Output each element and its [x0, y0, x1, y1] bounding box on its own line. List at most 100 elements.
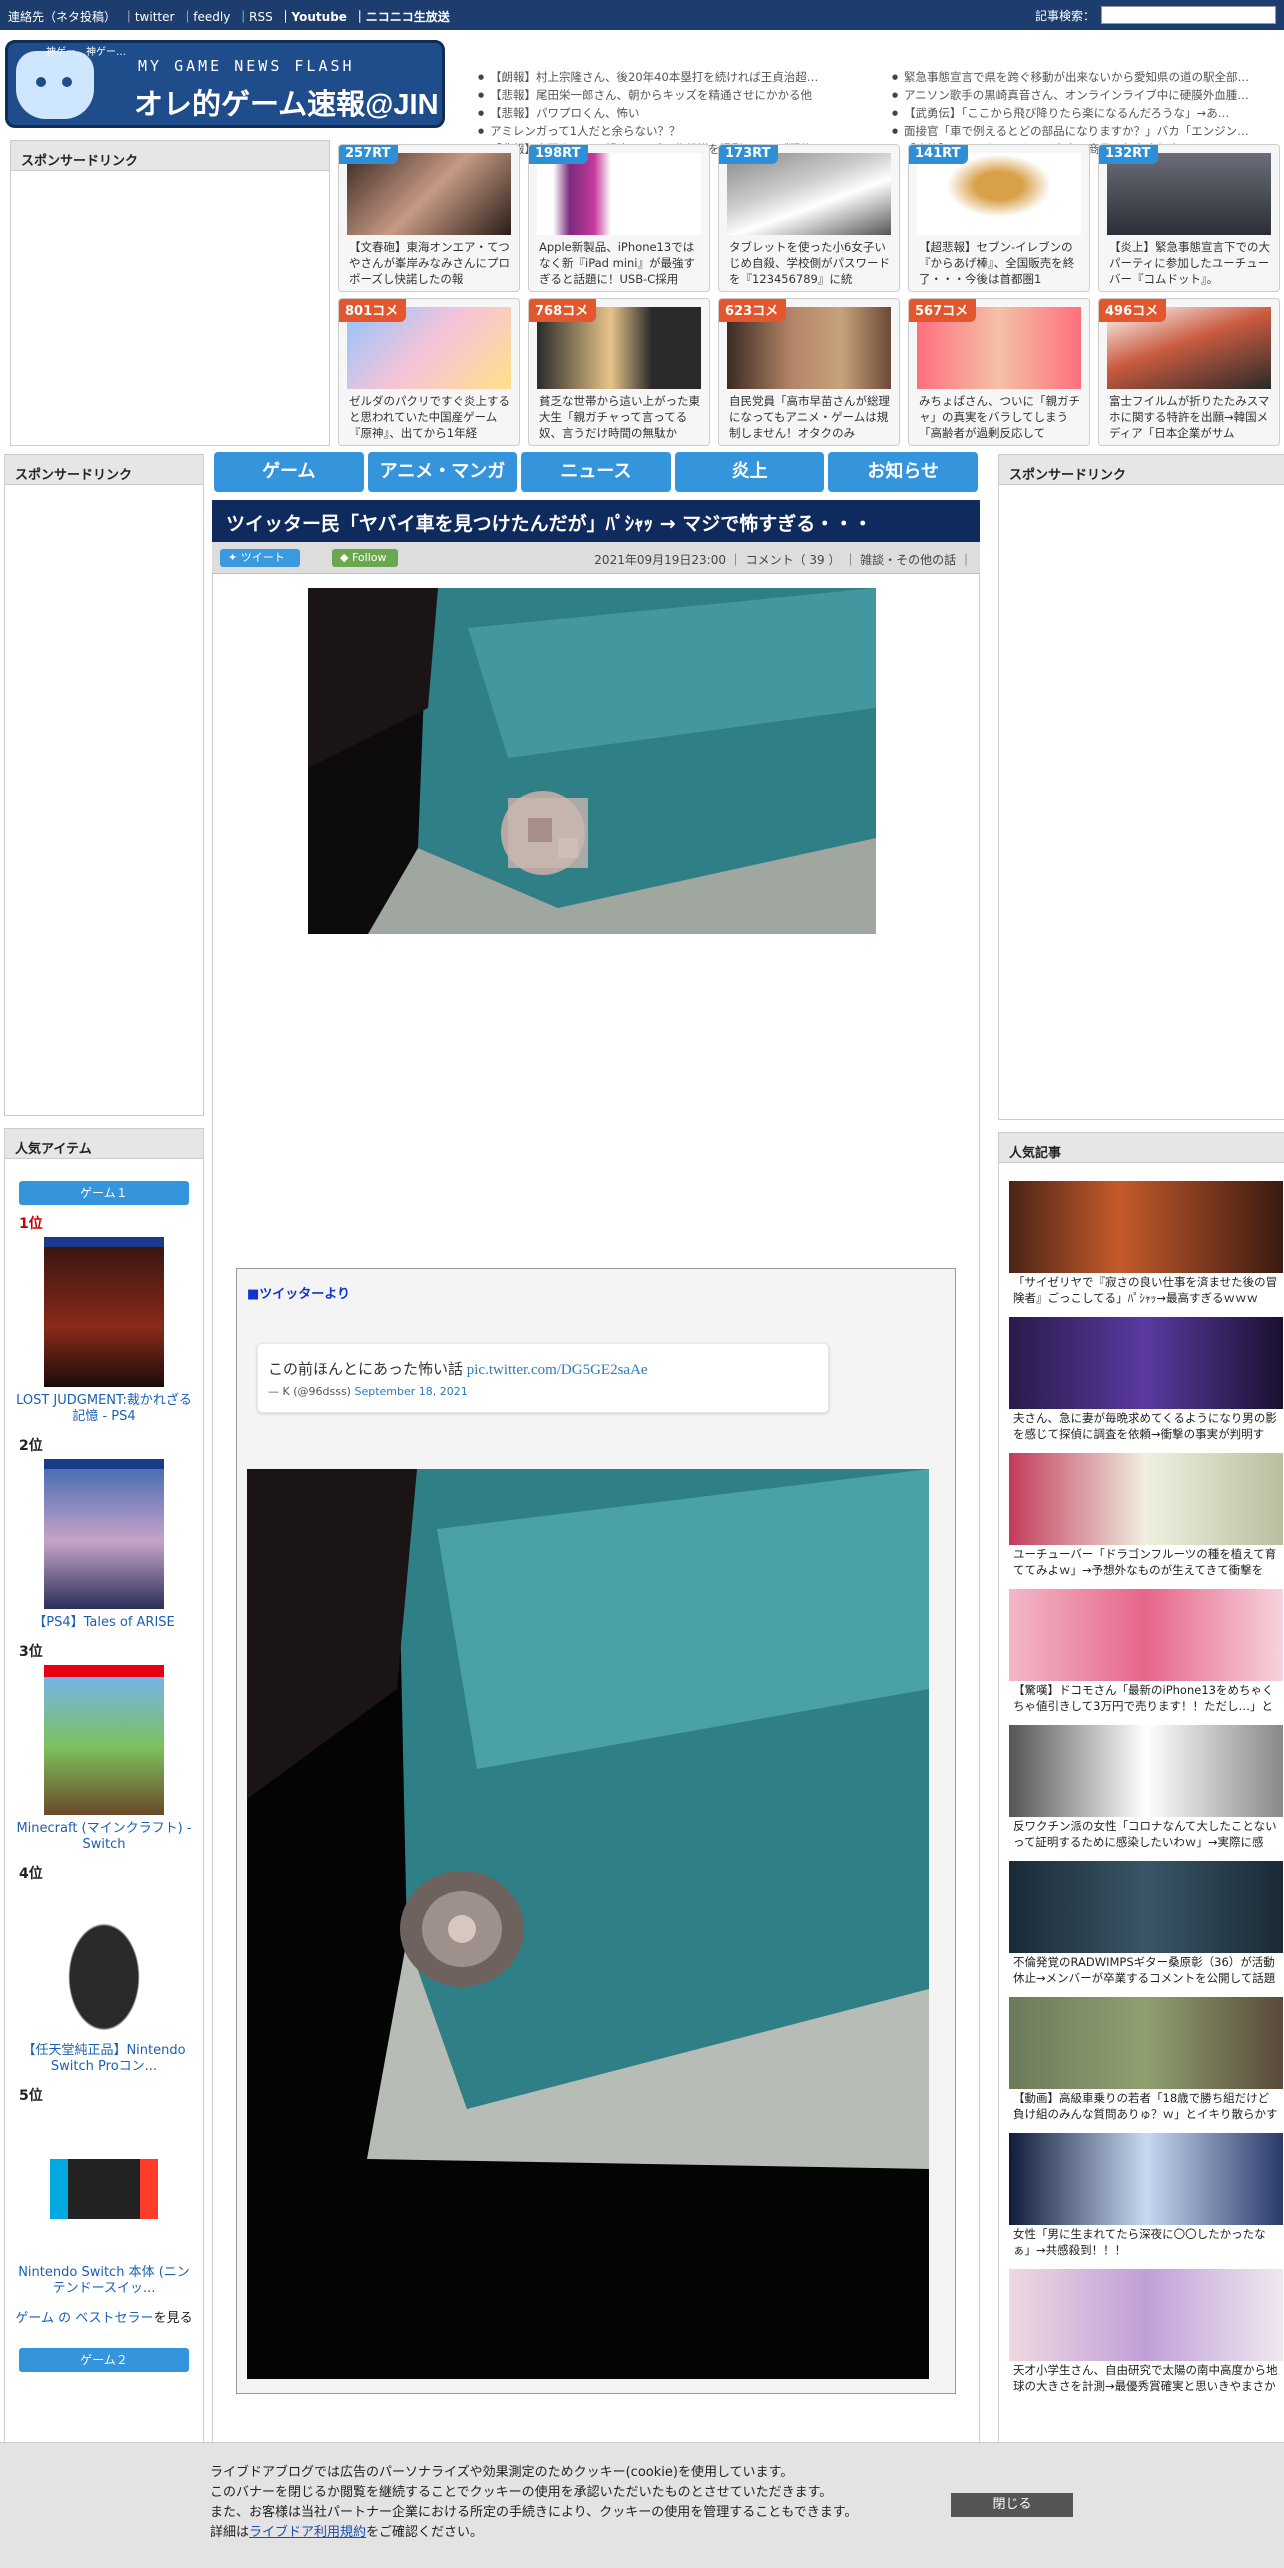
- card-text: 自民党員「高市早苗さんが総理になってもアニメ・ゲームは規制しません！オタクのみ: [729, 394, 890, 440]
- product-name[interactable]: Minecraft (マインクラフト) - Switch: [5, 1815, 203, 1859]
- site-header: 神ゲー…神ゲー… MY GAME NEWS FLASH オレ的ゲーム速報@JIN…: [0, 30, 1284, 158]
- cookie-text: ライブドアブログでは広告のパーソナライズや効果測定のためクッキー(cookie)…: [210, 2463, 857, 2543]
- card-text: ゼルダのパクリですぐ炎上すると思われていた中国産ゲーム『原神』、出てから1年経: [349, 394, 510, 440]
- tweet-body: この前ほんとにあった怖い話 pic.twitter.com/DG5GE2saAe: [268, 1358, 818, 1379]
- ranking-card[interactable]: 141RT 【超悲報】セブン-イレブンの『からあげ棒』、全国販売を終了・・・今後…: [908, 144, 1090, 292]
- nav-tab-anime[interactable]: アニメ・マンガ: [367, 452, 518, 492]
- ranking-card[interactable]: 173RT タブレットを使った小6女子いじめ自殺、学校側がパスワードを『1234…: [718, 144, 900, 292]
- popular-article-item[interactable]: 「サイゼリヤで『寂さの良い仕事を済ませた後の冒険者』ごっこしてる」ﾊﾟｼｬｯ→最…: [1009, 1181, 1283, 1307]
- popular-article-item[interactable]: 【動画】高級車乗りの若者「18歳で勝ち組だけど負け組のみんな質問ありゅ？ｗ」とイ…: [1009, 1997, 1283, 2123]
- tweet-button[interactable]: ✦ ツイート: [220, 549, 300, 567]
- headline-item[interactable]: アニソン歌手の黒崎真音さん、オンラインライブ中に硬膜外血腫…: [892, 86, 1272, 104]
- niconico-link[interactable]: ｜ニコニコ生放送: [354, 10, 450, 24]
- nav-tab-news[interactable]: ニュース: [521, 452, 671, 492]
- twitter-link[interactable]: ｜twitter: [123, 10, 175, 24]
- product-name[interactable]: LOST JUDGMENT:裁かれざる記憶 - PS4: [5, 1387, 203, 1431]
- search-input[interactable]: [1101, 6, 1276, 24]
- popular-article-item[interactable]: 女性「男に生まれてたら深夜に〇〇したかったなぁ」→共感殺到！！！: [1009, 2133, 1283, 2259]
- rss-link[interactable]: ｜RSS: [237, 10, 273, 24]
- popular-article-item[interactable]: 反ワクチン派の女性「コロナなんて大したことないって証明するために感染したいわｗ」…: [1009, 1725, 1283, 1851]
- ranking-card[interactable]: 496コメ 富士フイルムが折りたたみスマホに関する特許を出願→韓国メディア「日本…: [1098, 298, 1280, 446]
- ranking-card[interactable]: 567コメ みちょぱさん、ついに「親ガチャ」の真実をバラしてしまう「高齢者が過剰…: [908, 298, 1090, 446]
- ranking-card[interactable]: 257RT 【文春砲】東海オンエア・てつやさんが峯岸みなみさんにプロポーズし快諾…: [338, 144, 520, 292]
- article-caption: 天才小学生さん、自由研究で太陽の南中高度から地球の大きさを計測→最優秀賞確実と思…: [1009, 2361, 1283, 2395]
- popular-article-item[interactable]: 不倫発覚のRADWIMPSギター桑原彰（36）が活動休止→メンバーが卒業するコメ…: [1009, 1861, 1283, 1987]
- source-label: ■ツイッターより: [247, 1287, 351, 1302]
- comment-count[interactable]: コメント（ 39 ）: [746, 553, 841, 567]
- popular-article-item[interactable]: 【驚嘆】ドコモさん「最新のiPhone13をめちゃくちゃ値引きして3万円で売りま…: [1009, 1589, 1283, 1715]
- tweet-date[interactable]: September 18, 2021: [354, 1385, 467, 1398]
- product-name[interactable]: Nintendo Switch 本体 (ニンテンドースイッ...: [5, 2259, 203, 2303]
- ranking-card[interactable]: 801コメ ゼルダのパクリですぐ炎上すると思われていた中国産ゲーム『原神』、出て…: [338, 298, 520, 446]
- right-sponsor: スポンサードリンク: [998, 454, 1284, 1120]
- popular-article-item[interactable]: ユーチューバー「ドラゴンフルーツの種を植えて育ててみよｗ」→予想外なものが生えて…: [1009, 1453, 1283, 1579]
- rank-position: 3位: [19, 1644, 43, 1660]
- youtube-link[interactable]: ｜Youtube: [280, 10, 347, 24]
- search-label: 記事検索：: [1034, 8, 1095, 23]
- cookie-line: 詳細はライブドア利用規約をご確認ください。: [210, 2523, 857, 2543]
- product-image[interactable]: [44, 1459, 164, 1609]
- embedded-tweet-section: ■ツイッターより この前ほんとにあった怖い話 pic.twitter.com/D…: [236, 1268, 956, 2394]
- site-logo[interactable]: 神ゲー…神ゲー… MY GAME NEWS FLASH オレ的ゲーム速報@JIN: [5, 40, 445, 128]
- popular-article-item[interactable]: 天才小学生さん、自由研究で太陽の南中高度から地球の大きさを計測→最優秀賞確実と思…: [1009, 2269, 1283, 2395]
- article-caption: 夫さん、急に妻が毎晩求めてくるようになり男の影を感じて探偵に調査を依頼→衝撃の事…: [1009, 1409, 1283, 1443]
- tweet-author[interactable]: — K (@96dsss): [268, 1385, 354, 1398]
- terms-link[interactable]: ライブドア利用規約: [249, 2525, 366, 2540]
- contact-link[interactable]: 連絡先（ネタ投稿）: [8, 10, 116, 24]
- product-image[interactable]: [44, 1237, 164, 1387]
- product-name[interactable]: 【任天堂純正品】Nintendo Switch Proコン...: [5, 2037, 203, 2081]
- card-text: 富士フイルムが折りたたみスマホに関する特許を出願→韓国メディア「日本企業がサム: [1109, 394, 1270, 440]
- article-caption: ユーチューバー「ドラゴンフルーツの種を植えて育ててみよｗ」→予想外なものが生えて…: [1009, 1545, 1283, 1579]
- ranking-card[interactable]: 198RT Apple新製品、iPhone13ではなく新『iPad mini』が…: [528, 144, 710, 292]
- product-image[interactable]: [44, 2109, 164, 2259]
- card-text: みちょぱさん、ついに「親ガチャ」の真実をバラしてしまう「高齢者が過剰反応して: [919, 394, 1080, 440]
- headline-item[interactable]: 【悲報】パワプロくん、怖い: [478, 104, 888, 122]
- product-name[interactable]: 【PS4】Tales of ARISE: [5, 1609, 203, 1637]
- product-image[interactable]: [44, 1887, 164, 2037]
- card-text: 貧乏な世帯から這い上がった東大生「親ガチャって言ってる奴、言うだけ時間の無駄か: [539, 394, 700, 440]
- tweet-image[interactable]: [247, 1469, 929, 2379]
- card-text: Apple新製品、iPhone13ではなく新『iPad mini』が最強すぎると…: [539, 240, 695, 286]
- headline-item[interactable]: 面接官「車で例えるとどの部品になりますか？」バカ「エンジン…: [892, 122, 1272, 140]
- feedly-link[interactable]: ｜feedly: [181, 10, 230, 24]
- sponsor-box-top: スポンサードリンク: [10, 140, 330, 446]
- tweet-card[interactable]: この前ほんとにあった怖い話 pic.twitter.com/DG5GE2saAe…: [257, 1343, 829, 1413]
- cookie-close-button[interactable]: 閉じる: [951, 2493, 1073, 2517]
- nav-tab-notice[interactable]: お知らせ: [828, 452, 978, 492]
- headline-item[interactable]: 緊急事態宣言で県を跨ぐ移動が出来ないから愛知県の道の駅全部…: [892, 68, 1272, 86]
- bestseller-suffix: を見る: [153, 2311, 193, 2326]
- popular-article-item[interactable]: 夫さん、急に妻が毎晩求めてくるようになり男の影を感じて探偵に調査を依頼→衝撃の事…: [1009, 1317, 1283, 1443]
- sponsor-label: スポンサードリンク: [5, 455, 203, 485]
- card-text: 【炎上】緊急事態宣言下での大パーティに参加したユーチューバー『コムドット』。: [1109, 240, 1270, 286]
- headline-item[interactable]: 【朗報】村上宗隆さん、後20年40本塁打を続ければ王貞治超…: [478, 68, 888, 86]
- nav-tab-game[interactable]: ゲーム: [214, 452, 364, 492]
- popular-items-label: 人気アイテム: [5, 1129, 203, 1159]
- cookie-prefix: 詳細は: [210, 2525, 250, 2540]
- ranking-card[interactable]: 768コメ 貧乏な世帯から這い上がった東大生「親ガチャって言ってる奴、言うだけ時…: [528, 298, 710, 446]
- logo-chip: 神ゲー…神ゲー…: [46, 47, 126, 58]
- bestseller-link[interactable]: ゲーム の ベストセラー: [15, 2311, 153, 2326]
- nav-tab-flame[interactable]: 炎上: [674, 452, 825, 492]
- bestseller-line: ゲーム の ベストセラーを見る: [5, 2303, 203, 2330]
- headline-item[interactable]: アミレンガって1人だと余らない？？: [478, 122, 888, 140]
- ranking-card[interactable]: 132RT 【炎上】緊急事態宣言下での大パーティに参加したユーチューバー『コムド…: [1098, 144, 1280, 292]
- popular-items: 人気アイテム ゲーム１ 1位 LOST JUDGMENT:裁かれざる記憶 - P…: [4, 1128, 204, 2446]
- category-tab-game2[interactable]: ゲーム２: [19, 2348, 189, 2372]
- ranking-card[interactable]: 623コメ 自民党員「高市早苗さんが総理になってもアニメ・ゲームは規制しません！…: [718, 298, 900, 446]
- logo-title: オレ的ゲーム速報@JIN: [134, 89, 439, 121]
- headline-item[interactable]: 【武勇伝】「ここから飛び降りたら楽になるんだろうな」→あ…: [892, 104, 1272, 122]
- product-image[interactable]: [44, 1665, 164, 1815]
- popular-articles: 人気記事 「サイゼリヤで『寂さの良い仕事を済ませた後の冒険者』ごっこしてる」ﾊﾟ…: [998, 1132, 1284, 2446]
- category-link[interactable]: 雑談・その他の話: [860, 553, 956, 567]
- feedly-follow-button[interactable]: ◆ Follow: [332, 549, 398, 567]
- headline-item[interactable]: 【悲報】尾田栄一郎さん、朝からキッズを精通させにかかる他: [478, 86, 888, 104]
- meta-info: 2021年09月19日23:00 ｜ コメント（ 39 ） ｜ 雑談・その他の話…: [594, 553, 972, 567]
- follow-label: Follow: [351, 551, 387, 564]
- cookie-suffix: をご確認ください。: [366, 2525, 484, 2540]
- category-tab-game1[interactable]: ゲーム１: [19, 1181, 189, 1205]
- rt-badge: 141RT: [909, 145, 969, 164]
- article-caption: 女性「男に生まれてたら深夜に〇〇したかったなぁ」→共感殺到！！！: [1009, 2225, 1283, 2259]
- tweet-pic-link[interactable]: pic.twitter.com/DG5GE2saAe: [467, 1362, 648, 1378]
- comment-badge: 567コメ: [909, 299, 977, 322]
- article-search: 記事検索：: [1035, 6, 1276, 24]
